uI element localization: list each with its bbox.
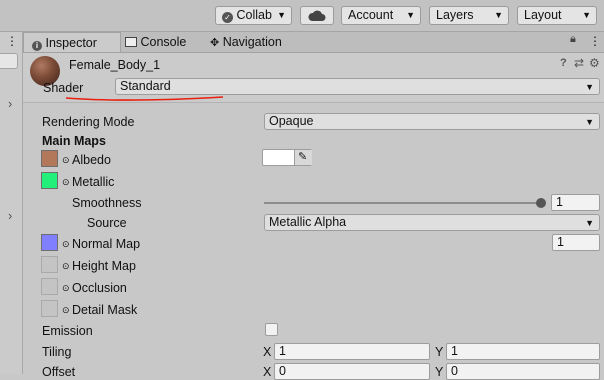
smoothness-slider-handle[interactable] — [536, 198, 546, 208]
albedo-texture-slot[interactable] — [41, 150, 58, 167]
smoothness-value: 1 — [556, 195, 563, 209]
collab-label: Collab — [236, 8, 272, 22]
layers-dropdown[interactable]: Layers ▼ — [429, 6, 509, 25]
eyedropper-icon: ✎ — [298, 151, 308, 163]
tiling-x-value: 1 — [279, 344, 286, 358]
rendering-mode-label: Rendering Mode — [42, 115, 135, 129]
normal-map-texture-slot[interactable] — [41, 234, 58, 251]
offset-x-label: X — [263, 365, 272, 379]
gear-icon[interactable]: ⚙ — [589, 56, 600, 70]
object-picker-icon[interactable]: ⊙ — [62, 239, 70, 249]
detail-mask-label: Detail Mask — [72, 303, 138, 317]
caret-down-icon: ▼ — [585, 218, 594, 228]
normal-map-value: 1 — [557, 235, 564, 249]
smoothness-label: Smoothness — [72, 196, 142, 210]
albedo-color-field[interactable]: ✎ — [262, 149, 312, 166]
height-map-texture-slot[interactable] — [41, 256, 58, 273]
object-picker-icon[interactable]: ⊙ — [62, 261, 70, 271]
more-vertical-icon[interactable]: ⋮ — [6, 34, 18, 48]
caret-down-icon: ▼ — [494, 10, 503, 20]
tab-inspector[interactable]: i Inspector — [23, 32, 121, 52]
top-toolbar: ✓ Collab ▼ Account ▼ Layers ▼ Layout ▼ — [0, 0, 604, 32]
tab-bar: i Inspector Console ✥ Navigation 🔒︎ ⋮ — [23, 32, 604, 53]
object-picker-icon[interactable]: ⊙ — [62, 283, 70, 293]
emission-label: Emission — [42, 324, 93, 338]
caret-down-icon: ▼ — [406, 10, 415, 20]
info-icon: i — [32, 41, 42, 51]
offset-y-field[interactable]: 0 — [446, 363, 600, 380]
normal-map-label: Normal Map — [72, 237, 141, 251]
normal-map-scale-field[interactable]: 1 — [552, 234, 600, 251]
object-picker-icon[interactable]: ⊙ — [62, 155, 70, 165]
layout-label: Layout — [524, 8, 562, 22]
tiling-y-value: 1 — [451, 344, 458, 358]
navigation-icon: ✥ — [210, 37, 220, 49]
collab-button[interactable]: ✓ Collab ▼ — [215, 6, 292, 25]
chevron-right-icon[interactable]: › — [8, 96, 12, 111]
shader-value: Standard — [120, 79, 171, 93]
offset-y-value: 0 — [451, 364, 458, 378]
source-value: Metallic Alpha — [269, 215, 347, 229]
cloud-icon — [308, 10, 326, 21]
cloud-button[interactable] — [300, 6, 334, 25]
caret-down-icon: ▼ — [585, 82, 594, 92]
account-dropdown[interactable]: Account ▼ — [341, 6, 421, 25]
tiling-x-field[interactable]: 1 — [274, 343, 430, 360]
main-maps-header: Main Maps — [42, 134, 106, 148]
tab-console-label: Console — [140, 35, 187, 49]
height-map-label: Height Map — [72, 259, 136, 273]
detail-mask-texture-slot[interactable] — [41, 300, 58, 317]
lock-icon[interactable]: 🔒︎ — [570, 33, 576, 46]
smoothness-value-field[interactable]: 1 — [551, 194, 600, 211]
occlusion-label: Occlusion — [72, 281, 127, 295]
offset-label: Offset — [42, 365, 76, 379]
tiling-x-label: X — [263, 345, 272, 359]
account-label: Account — [348, 8, 394, 22]
caret-down-icon: ▼ — [277, 10, 286, 20]
albedo-label: Albedo — [72, 153, 111, 167]
object-picker-icon[interactable]: ⊙ — [62, 305, 70, 315]
rendering-mode-value: Opaque — [269, 114, 314, 128]
material-header: Female_Body_1 ? ⇄ ⚙ Shader Standard ▼ — [23, 53, 604, 102]
caret-down-icon: ▼ — [585, 117, 594, 127]
source-dropdown[interactable]: Metallic Alpha ▼ — [264, 214, 600, 231]
material-properties: Rendering Mode Opaque ▼ Main Maps ⊙ Albe… — [23, 102, 604, 380]
eyedropper-button[interactable]: ✎ — [294, 150, 312, 165]
rendering-mode-dropdown[interactable]: Opaque ▼ — [264, 113, 600, 130]
metallic-texture-slot[interactable] — [41, 172, 58, 189]
console-icon — [125, 37, 137, 47]
tiling-label: Tiling — [42, 345, 72, 359]
tab-inspector-label: Inspector — [45, 36, 97, 50]
tab-console[interactable]: Console — [125, 32, 209, 52]
layers-label: Layers — [436, 8, 474, 22]
preset-icon[interactable]: ⇄ — [574, 56, 584, 70]
tiling-y-label: Y — [435, 345, 444, 359]
more-vertical-icon[interactable]: ⋮ — [589, 34, 601, 48]
metallic-label: Metallic — [72, 175, 115, 189]
check-icon: ✓ — [222, 12, 233, 23]
occlusion-texture-slot[interactable] — [41, 278, 58, 295]
offset-x-field[interactable]: 0 — [274, 363, 430, 380]
left-search-field[interactable] — [0, 53, 18, 69]
source-label: Source — [87, 216, 127, 230]
tab-navigation-label: Navigation — [222, 35, 282, 49]
caret-down-icon: ▼ — [582, 10, 591, 20]
smoothness-slider-track[interactable] — [264, 202, 541, 204]
object-picker-icon[interactable]: ⊙ — [62, 177, 70, 187]
left-panel-collapsed: ⋮ › › — [0, 32, 23, 374]
offset-x-value: 0 — [279, 364, 286, 378]
layout-dropdown[interactable]: Layout ▼ — [517, 6, 597, 25]
tab-navigation[interactable]: ✥ Navigation — [210, 32, 320, 52]
offset-y-label: Y — [435, 365, 444, 379]
chevron-right-icon[interactable]: › — [8, 208, 12, 223]
emission-checkbox[interactable] — [265, 323, 278, 336]
material-name: Female_Body_1 — [69, 58, 161, 72]
tiling-y-field[interactable]: 1 — [446, 343, 600, 360]
help-icon[interactable]: ? — [560, 57, 567, 69]
